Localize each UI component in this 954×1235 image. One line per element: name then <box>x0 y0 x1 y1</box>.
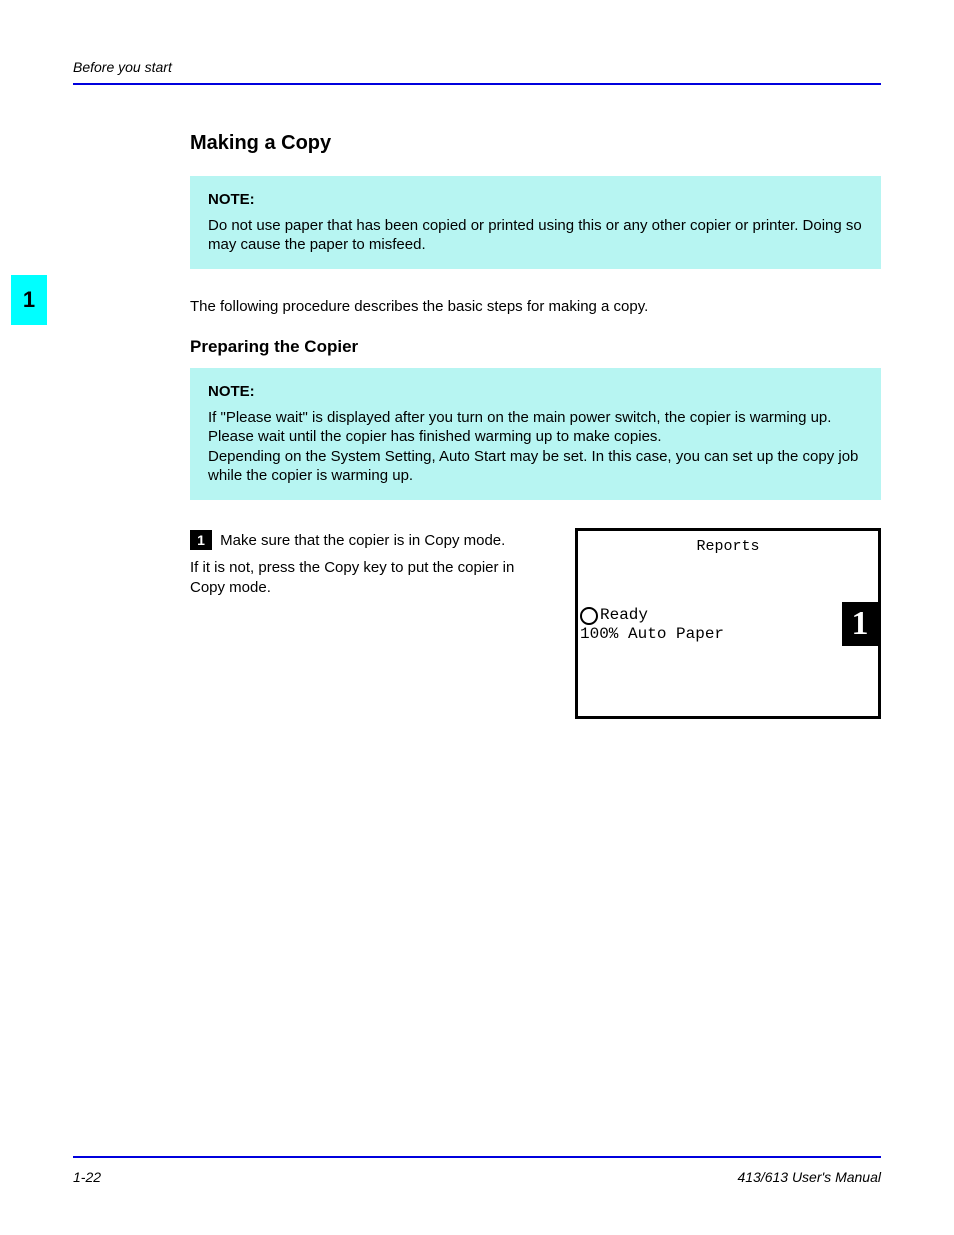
subtitle: Preparing the Copier <box>190 336 881 358</box>
main-content: Making a Copy NOTE: Do not use paper tha… <box>190 130 881 719</box>
display-status-text: Ready <box>600 605 834 626</box>
header-section-label: Before you start <box>73 58 172 76</box>
page-title: Making a Copy <box>190 130 881 156</box>
note-body-1: Do not use paper that has been copied or… <box>208 216 863 255</box>
note-title-1: NOTE: <box>208 190 863 210</box>
footer-page-number: 1-22 <box>73 1168 101 1186</box>
display-copy-count: 1 <box>842 602 878 646</box>
note-body-2b: Depending on the System Setting, Auto St… <box>208 447 863 486</box>
header-rule <box>73 83 881 85</box>
note-callout-2: NOTE: If "Please wait" is displayed afte… <box>190 368 881 500</box>
step-instruction-b: If it is not, press the Copy key to put … <box>190 558 545 597</box>
circle-icon <box>580 607 598 625</box>
footer-manual-title: 413/613 User's Manual <box>737 1168 881 1186</box>
note-callout-1: NOTE: Do not use paper that has been cop… <box>190 176 881 269</box>
intro-paragraph: The following procedure describes the ba… <box>190 297 881 317</box>
step-number-badge: 1 <box>190 530 212 550</box>
display-status-line-2: 100% Auto Paper <box>578 624 838 645</box>
step-text: 1 Make sure that the copier is in Copy m… <box>190 528 545 606</box>
note-title-2: NOTE: <box>208 382 863 402</box>
step-instruction-a: Make sure that the copier is in Copy mod… <box>220 532 505 549</box>
display-report-title: Reports <box>578 531 878 559</box>
footer-rule <box>73 1156 881 1158</box>
side-tab: 1 <box>11 275 47 325</box>
printer-display: Reports Ready 100% Auto Paper 1 <box>575 528 881 720</box>
note-body-2a: If "Please wait" is displayed after you … <box>208 408 863 447</box>
footer: 1-22 413/613 User's Manual <box>73 1168 881 1186</box>
step-row: 1 Make sure that the copier is in Copy m… <box>190 528 881 720</box>
